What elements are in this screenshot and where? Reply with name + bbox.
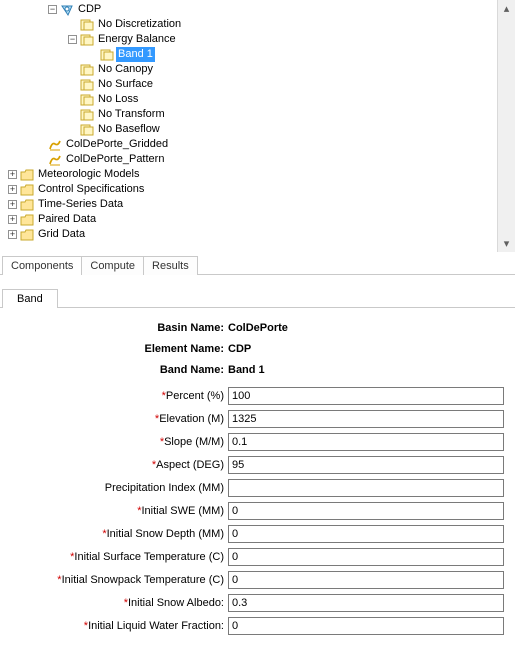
initial-snow-depth-label: *Initial Snow Depth (MM) (4, 528, 228, 540)
basin-model-icon (48, 138, 62, 152)
tree-item-control-specifications[interactable]: + Control Specifications (2, 182, 515, 197)
initial-snow-depth-input[interactable] (228, 525, 504, 543)
editor-tabs: Band (0, 285, 515, 308)
elevation-input[interactable] (228, 410, 504, 428)
tree-scrollbar[interactable]: ▴ ▾ (497, 0, 515, 252)
tree-panel: − CDP No Discretization − Energy Balance (0, 0, 515, 252)
main-tabs: Components Compute Results (0, 252, 515, 275)
aspect-input[interactable] (228, 456, 504, 474)
tab-band[interactable]: Band (2, 289, 58, 308)
method-icon (80, 78, 94, 92)
tree-item-label: ColDePorte_Gridded (64, 137, 170, 152)
initial-snowpack-temp-input[interactable] (228, 571, 504, 589)
expand-icon[interactable]: + (8, 230, 17, 239)
tree-item-label: Energy Balance (96, 32, 178, 47)
properties-panel: Basin Name: ColDePorte Element Name: CDP… (0, 308, 515, 649)
tab-results[interactable]: Results (143, 256, 198, 275)
tree-item-label: Time-Series Data (36, 197, 125, 212)
expand-icon[interactable]: + (8, 215, 17, 224)
tree-item-no-transform[interactable]: No Transform (2, 107, 515, 122)
tree-item-meteorologic-models[interactable]: + Meteorologic Models (2, 167, 515, 182)
method-icon (80, 123, 94, 137)
collapse-icon[interactable]: − (48, 5, 57, 14)
method-icon (80, 108, 94, 122)
tree-item-coldeporte-gridded[interactable]: ColDePorte_Gridded (2, 137, 515, 152)
slope-input[interactable] (228, 433, 504, 451)
tree-item-label: No Baseflow (96, 122, 162, 137)
basin-name-label: Basin Name: (4, 322, 228, 334)
tree-item-label: No Canopy (96, 62, 155, 77)
initial-snowpack-temp-label: *Initial Snowpack Temperature (C) (4, 574, 228, 586)
initial-liquid-water-fraction-label: *Initial Liquid Water Fraction: (4, 620, 228, 632)
element-name-value: CDP (228, 343, 251, 355)
tree-item-no-canopy[interactable]: No Canopy (2, 62, 515, 77)
tree-item-label: Band 1 (116, 47, 155, 62)
tree-item-label: No Discretization (96, 17, 183, 32)
tree-item-grid-data[interactable]: + Grid Data (2, 227, 515, 242)
method-icon (80, 33, 94, 47)
tree-item-label: Meteorologic Models (36, 167, 142, 182)
precip-index-label: Precipitation Index (MM) (4, 482, 228, 494)
tree-item-label: No Loss (96, 92, 140, 107)
percent-label: *Percent (%) (4, 390, 228, 402)
tree-item-band-1[interactable]: Band 1 (2, 47, 515, 62)
tree-item-label: No Surface (96, 77, 155, 92)
scroll-up-icon[interactable]: ▴ (498, 0, 515, 17)
tree-item-paired-data[interactable]: + Paired Data (2, 212, 515, 227)
tree-item-coldeporte-pattern[interactable]: ColDePorte_Pattern (2, 152, 515, 167)
tree-item-label: No Transform (96, 107, 167, 122)
initial-surface-temp-input[interactable] (228, 548, 504, 566)
tree-item-no-discretization[interactable]: No Discretization (2, 17, 515, 32)
folder-icon (20, 213, 34, 227)
initial-snow-albedo-input[interactable] (228, 594, 504, 612)
initial-snow-albedo-label: *Initial Snow Albedo: (4, 597, 228, 609)
tree-item-cdp[interactable]: − CDP (2, 2, 515, 17)
tree-item-no-loss[interactable]: No Loss (2, 92, 515, 107)
tree-item-label: Paired Data (36, 212, 98, 227)
folder-icon (20, 198, 34, 212)
method-icon (80, 18, 94, 32)
tree-item-time-series-data[interactable]: + Time-Series Data (2, 197, 515, 212)
initial-liquid-water-fraction-input[interactable] (228, 617, 504, 635)
tree-item-label: CDP (76, 2, 103, 17)
element-name-label: Element Name: (4, 343, 228, 355)
expand-icon[interactable]: + (8, 170, 17, 179)
tree-item-energy-balance[interactable]: − Energy Balance (2, 32, 515, 47)
folder-icon (20, 183, 34, 197)
band-icon (100, 48, 114, 62)
tree-item-label: Control Specifications (36, 182, 146, 197)
tree-item-label: Grid Data (36, 227, 87, 242)
scroll-down-icon[interactable]: ▾ (498, 235, 515, 252)
precip-index-input[interactable] (228, 479, 504, 497)
tree-item-no-surface[interactable]: No Surface (2, 77, 515, 92)
basin-name-value: ColDePorte (228, 322, 288, 334)
folder-icon (20, 228, 34, 242)
subbasin-icon (60, 3, 74, 17)
tab-components[interactable]: Components (2, 256, 82, 275)
initial-swe-input[interactable] (228, 502, 504, 520)
band-name-value: Band 1 (228, 364, 265, 376)
method-icon (80, 93, 94, 107)
initial-swe-label: *Initial SWE (MM) (4, 505, 228, 517)
tree-item-label: ColDePorte_Pattern (64, 152, 166, 167)
method-icon (80, 63, 94, 77)
folder-icon (20, 168, 34, 182)
expand-icon[interactable]: + (8, 185, 17, 194)
expand-icon[interactable]: + (8, 200, 17, 209)
tab-compute[interactable]: Compute (81, 256, 144, 275)
band-name-label: Band Name: (4, 364, 228, 376)
collapse-icon[interactable]: − (68, 35, 77, 44)
elevation-label: *Elevation (M) (4, 413, 228, 425)
basin-tree[interactable]: − CDP No Discretization − Energy Balance (0, 0, 515, 242)
percent-input[interactable] (228, 387, 504, 405)
aspect-label: *Aspect (DEG) (4, 459, 228, 471)
initial-surface-temp-label: *Initial Surface Temperature (C) (4, 551, 228, 563)
basin-model-icon (48, 153, 62, 167)
tree-item-no-baseflow[interactable]: No Baseflow (2, 122, 515, 137)
slope-label: *Slope (M/M) (4, 436, 228, 448)
